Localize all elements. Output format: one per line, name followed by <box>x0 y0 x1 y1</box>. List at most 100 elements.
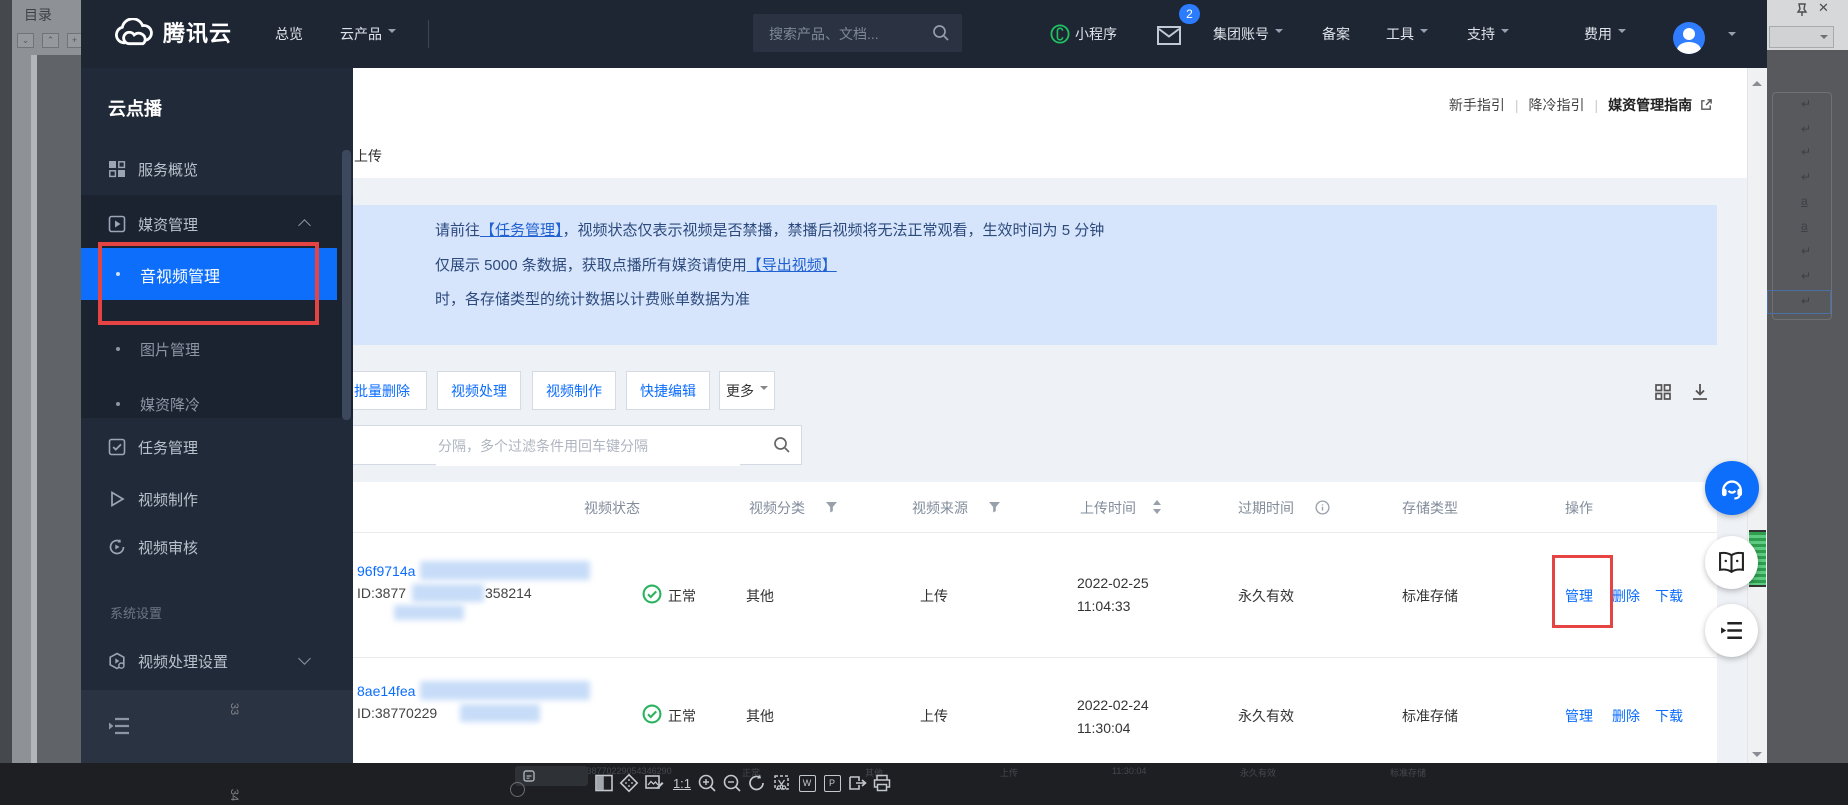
filter-input[interactable] <box>436 426 740 466</box>
tencent-cloud-logo[interactable] <box>110 18 154 50</box>
info-icon[interactable] <box>1315 500 1330 515</box>
video-name-link[interactable]: 8ae14fea <box>357 683 415 699</box>
video-process-button[interactable]: 视频处理 <box>437 371 521 410</box>
more-button[interactable]: 更多 <box>719 371 775 410</box>
nav-search-input[interactable] <box>767 14 921 54</box>
nav-miniprogram[interactable]: 小程序 <box>1075 0 1117 68</box>
download-link[interactable]: 下载 <box>1655 706 1683 726</box>
chevron-down-icon[interactable] <box>1728 32 1736 40</box>
nav-billing[interactable]: 费用 <box>1584 0 1626 68</box>
search-icon[interactable] <box>932 24 950 42</box>
sidebar-item-label: 视频制作 <box>138 489 198 510</box>
crop-icon[interactable] <box>771 773 793 795</box>
scroll-down-icon[interactable] <box>1752 752 1762 762</box>
sidebar-item-label: 服务概览 <box>138 159 198 180</box>
viewer-handle-icon[interactable] <box>510 782 525 797</box>
nav-group-account[interactable]: 集团账号 <box>1213 0 1283 68</box>
search-icon[interactable] <box>773 436 791 454</box>
export-icon[interactable] <box>846 773 868 795</box>
background-dropdown[interactable] <box>1769 26 1834 48</box>
outline-panel-title: 目录 <box>24 5 52 25</box>
nav-overview[interactable]: 总览 <box>275 0 303 68</box>
survey-fab[interactable] <box>1705 604 1758 657</box>
avatar[interactable] <box>1673 22 1705 54</box>
sort-icon[interactable] <box>1152 500 1162 514</box>
guide-newbie-link[interactable]: 新手指引 <box>1449 97 1505 113</box>
delete-link[interactable]: 删除 <box>1612 706 1640 726</box>
print-icon[interactable] <box>871 773 893 795</box>
export-word-icon[interactable]: W <box>796 773 818 795</box>
outline-expand-icon[interactable]: ⌃ <box>42 33 59 48</box>
doc-line-number: 34 <box>228 789 240 801</box>
category-cell: 其他 <box>746 586 774 606</box>
ghost-text: 上传 <box>1000 766 1018 779</box>
media-manage-icon <box>108 215 126 233</box>
sidebar-item-video-processing[interactable]: 视频处理设置 <box>81 640 339 684</box>
guide-separator: | <box>1594 97 1598 113</box>
export-ppt-icon[interactable]: P <box>821 773 843 795</box>
paragraph-mark: ↵ <box>1801 269 1831 283</box>
pin-icon[interactable] <box>1794 3 1810 17</box>
ghost-text: 标准存储 <box>1390 766 1426 779</box>
message-icon[interactable] <box>1157 26 1181 45</box>
nav-support[interactable]: 支持 <box>1467 0 1509 68</box>
table-row-divider <box>353 657 1717 658</box>
video-id-suffix: 358214 <box>485 585 532 601</box>
sidebar-item-tasks[interactable]: 任务管理 <box>81 426 339 470</box>
quick-edit-button[interactable]: 快捷编辑 <box>626 371 710 410</box>
sidebar-scrollbar-thumb[interactable] <box>342 150 351 420</box>
grid-view-icon[interactable] <box>1653 382 1673 402</box>
actual-size-icon[interactable]: 1:1 <box>671 773 693 795</box>
zoom-out-icon[interactable] <box>721 773 743 795</box>
guide-separator: | <box>1515 97 1519 113</box>
edit-image-icon[interactable] <box>643 773 665 795</box>
close-icon[interactable]: ✕ <box>1818 0 1829 16</box>
nav-beian[interactable]: 备案 <box>1322 0 1350 68</box>
docs-fab[interactable] <box>1705 536 1758 589</box>
manage-link[interactable]: 管理 <box>1565 706 1593 726</box>
outline-add-icon[interactable]: + <box>67 33 82 48</box>
collapse-sidebar-icon[interactable] <box>107 715 131 737</box>
video-id: ID:38770229 <box>357 705 437 721</box>
chevron-down-icon <box>1820 35 1828 43</box>
nav-tools[interactable]: 工具 <box>1386 0 1428 68</box>
ghost-text: 永久有效 <box>1240 766 1276 779</box>
sidebar-item-overview[interactable]: 服务概览 <box>81 148 339 192</box>
sidebar: 云点播 服务概览 媒资管理 音视频管理 图片管理 <box>81 68 353 763</box>
nav-search-box <box>753 14 962 52</box>
rotate-icon[interactable] <box>746 773 768 795</box>
customer-service-fab[interactable] <box>1705 461 1759 515</box>
effects-icon[interactable] <box>618 773 640 795</box>
chevron-down-icon <box>298 652 311 665</box>
filter-funnel-icon[interactable] <box>989 502 1000 513</box>
video-name-link[interactable]: 96f9714a <box>357 563 415 579</box>
sidebar-item-video-production[interactable]: 视频制作 <box>81 478 339 522</box>
task-manage-link[interactable]: 【任务管理】 <box>480 222 563 239</box>
brand-name[interactable]: 腾讯云 <box>163 0 232 68</box>
delete-link[interactable]: 删除 <box>1612 586 1640 606</box>
outline-collapse-icon[interactable]: ⌄ <box>17 33 34 48</box>
filter-funnel-icon[interactable] <box>826 502 837 513</box>
split-compare-icon[interactable] <box>593 773 615 795</box>
sidebar-item-media-cooling[interactable]: 媒资降冷 <box>81 383 337 427</box>
nav-products[interactable]: 云产品 <box>340 0 396 68</box>
redacted-blur <box>460 704 540 722</box>
page-scrollbar[interactable] <box>1747 68 1767 763</box>
list-icon <box>1719 619 1744 642</box>
download-link[interactable]: 下载 <box>1655 586 1683 606</box>
scroll-up-icon[interactable] <box>1752 76 1762 86</box>
doc-line-number: 33 <box>228 703 240 715</box>
headset-icon <box>1718 474 1746 502</box>
guide-media-link[interactable]: 媒资管理指南 <box>1608 97 1692 113</box>
sidebar-item-image-manage[interactable]: 图片管理 <box>81 328 337 372</box>
export-video-link[interactable]: 【导出视频】 <box>747 257 837 274</box>
guide-cooling-link[interactable]: 降冷指引 <box>1528 97 1584 113</box>
upload-button[interactable]: 上传 <box>354 146 382 166</box>
upload-date-cell: 2022-02-25 <box>1077 575 1149 591</box>
download-icon[interactable] <box>1690 382 1710 402</box>
zoom-in-icon[interactable] <box>696 773 718 795</box>
browser-window: 上传 新手指引|降冷指引|媒资管理指南 请前往【任务管理】，视频状态仅表示视频是… <box>81 0 1767 763</box>
sidebar-item-media-manage[interactable]: 媒资管理 <box>81 203 339 247</box>
sidebar-item-video-review[interactable]: 视频审核 <box>81 526 339 570</box>
video-produce-button[interactable]: 视频制作 <box>532 371 616 410</box>
